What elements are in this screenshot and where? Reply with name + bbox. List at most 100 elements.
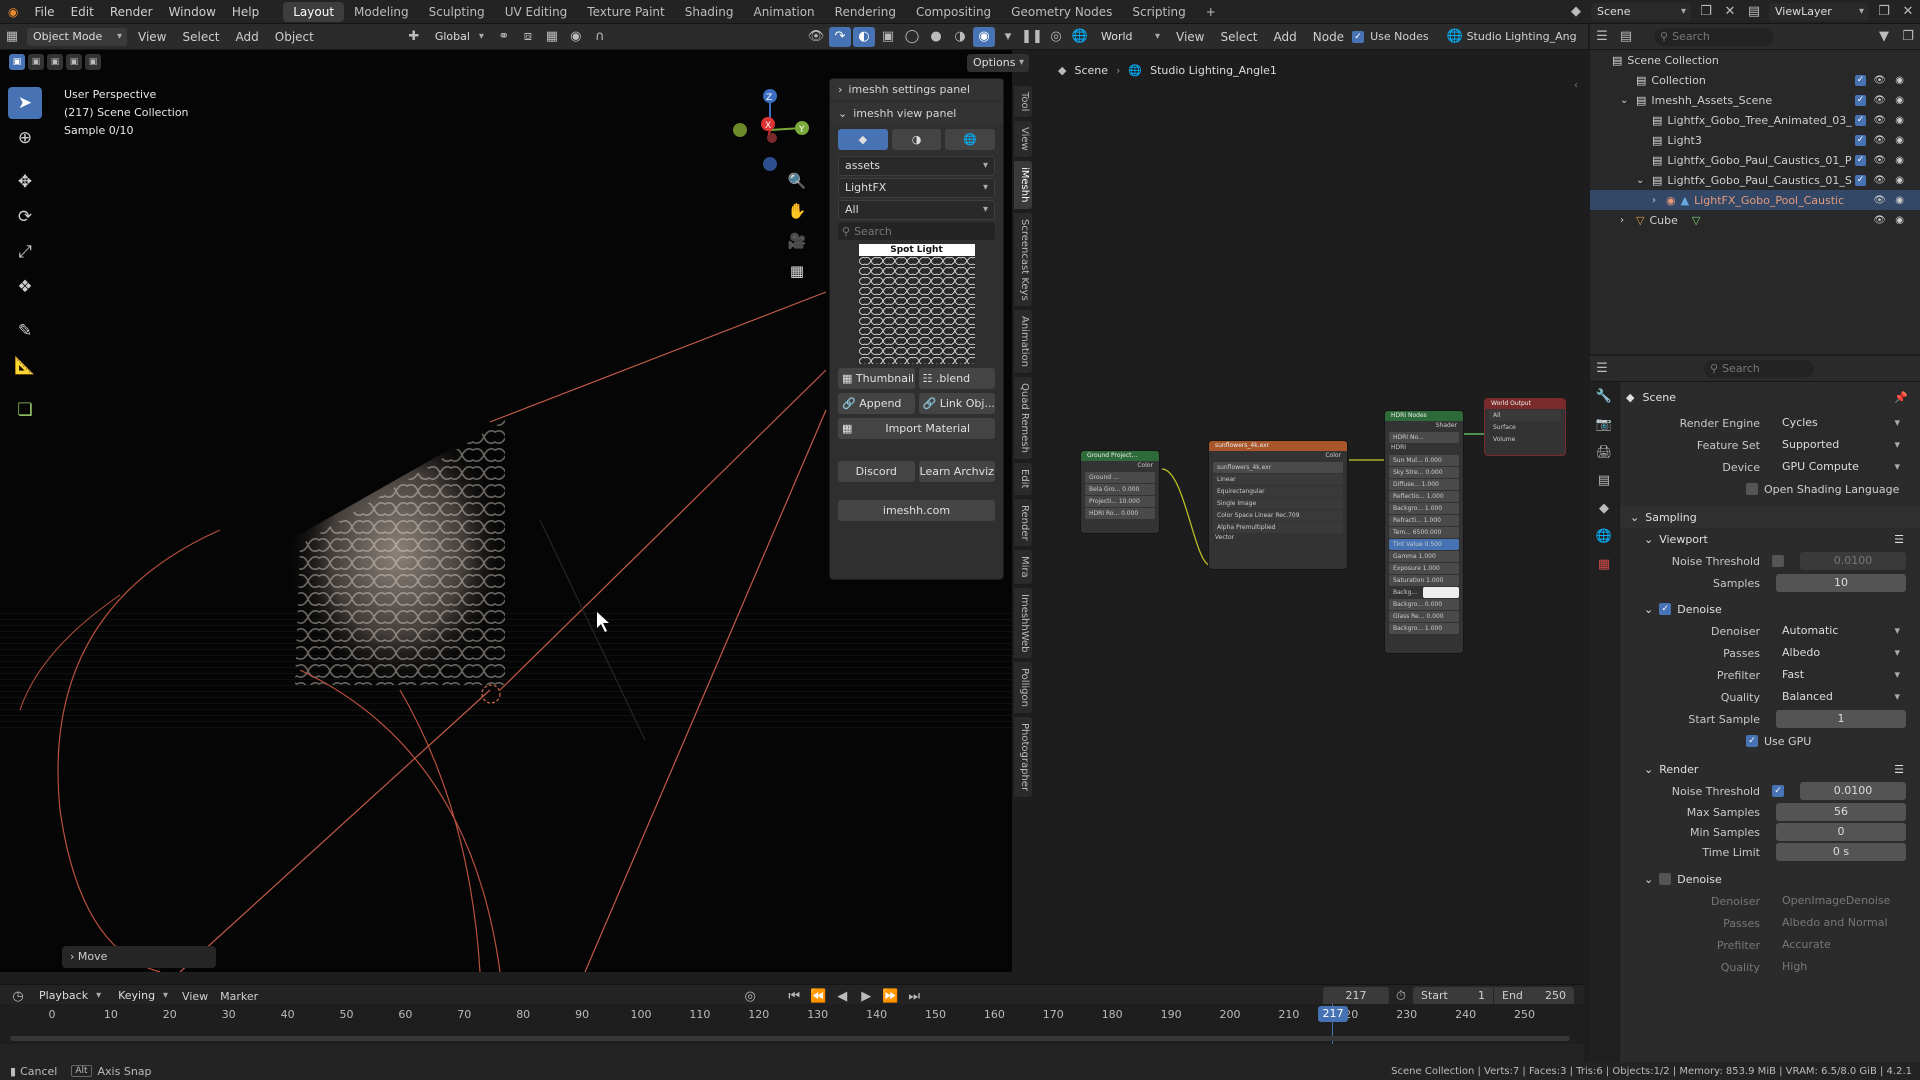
viewport-menu-add[interactable]: Add [228,30,267,44]
outliner-root-row[interactable]: ▤ Scene Collection [1590,50,1920,70]
stopwatch-icon[interactable]: ⏱ [1390,986,1412,1006]
vp-denoise-subsection[interactable]: ⌄ ✓ Denoise [1620,598,1920,620]
display-mode-icon[interactable]: ▤ [1615,27,1637,47]
add-cube-tool-icon[interactable]: ❏ [8,394,42,426]
osl-checkbox-row[interactable]: Open Shading Language [1620,478,1920,500]
vp-samples-field[interactable]: 10 [1776,574,1906,592]
current-frame-field[interactable]: 217 [1323,987,1389,1005]
snap-grid-icon[interactable]: ▦ [541,27,563,47]
timeline-ruler[interactable]: 0 10 20 30 40 50 60 70 80 90 100 110 120 130 140 150 160… [0,1004,1584,1044]
orientation-dropdown[interactable]: Global [428,27,489,46]
pause-render-icon[interactable]: ❚❚ [1021,27,1043,47]
rotate-tool-icon[interactable]: ⟳ [8,201,42,233]
vp-noise-threshold-field[interactable]: 0.0100 [1800,552,1906,570]
workspace-tab-shading[interactable]: Shading [675,2,744,22]
add-workspace-icon[interactable]: + [1196,2,1226,22]
feature-set-dropdown[interactable]: Supported [1776,436,1906,454]
eye-icon[interactable]: 👁 [1873,155,1886,166]
filter-icon[interactable]: ▼ [1873,27,1895,47]
render-denoise-subsection[interactable]: ⌄ Denoise [1620,868,1920,890]
camera-icon[interactable]: ◉ [1895,175,1904,186]
timeline-editor-type-icon[interactable]: ◷ [7,986,29,1006]
properties-search-input[interactable]: ⚲ Search [1704,359,1814,378]
transform-tool-icon[interactable]: ❖ [8,271,42,303]
rendered-shading-icon[interactable]: ◉ [973,26,995,47]
render-tab-icon[interactable]: 📷 [1593,414,1615,434]
view-layer-tab-icon[interactable]: ▤ [1593,470,1615,490]
outliner-row[interactable]: ▤ Collection ✓ 👁 ◉ [1590,70,1920,90]
category-dropdown[interactable]: assets [838,156,995,176]
gizmo-icon[interactable]: ↷ [829,26,851,47]
denoiser-dropdown[interactable]: Automatic [1776,622,1906,640]
eye-icon[interactable]: 👁 [1873,95,1886,106]
navigation-gizmo[interactable]: Z Y X [726,84,816,174]
thumbnail-button[interactable]: ▦ Thumbnail [838,368,915,389]
workspace-tab-geometry-nodes[interactable]: Geometry Nodes [1001,2,1122,22]
world-tab-icon[interactable]: 🌐 [1593,526,1615,546]
overlay-icon[interactable]: ◐ [853,26,875,47]
solid-shading-icon[interactable]: ● [925,27,947,47]
menu-file[interactable]: File [26,0,62,24]
jump-keyframe-forward-icon[interactable]: ⏩ [879,986,901,1006]
node-menu-select[interactable]: Select [1212,30,1265,44]
render-noise-threshold-field[interactable]: 0.0100 [1800,782,1906,800]
workspace-tab-rendering[interactable]: Rendering [825,2,906,22]
blender-logo-icon[interactable]: ◉ [0,0,26,24]
eye-icon[interactable]: 👁 [1873,135,1886,146]
chevron-right-icon[interactable]: › [1620,215,1636,226]
outliner-row-selected[interactable]: › ◉ ▲ LightFX_Gobo_Pool_Caustic 👁 ◉ [1590,190,1920,210]
scale-tool-icon[interactable]: ⤢ [8,236,42,268]
select-subtract-icon[interactable]: ▣ [47,54,63,70]
annotate-tool-icon[interactable]: ✎ [8,315,42,347]
exclude-checkbox[interactable]: ✓ [1855,114,1866,126]
use-gpu-checkbox[interactable]: ✓ [1746,735,1758,747]
outliner-row[interactable]: ▤ Lightfx_Gobo_Tree_Animated_03_Pla ✓ 👁 ◉ [1590,110,1920,130]
start-sample-field[interactable]: 1 [1776,710,1906,728]
scene-selector[interactable]: Scene [1591,2,1691,21]
falloff-icon[interactable]: ∩ [589,27,611,47]
vp-noise-checkbox[interactable] [1772,555,1784,567]
asset-thumbnail[interactable]: Spot Light [858,244,975,364]
new-collection-icon[interactable]: ❐ [1897,27,1919,47]
camera-icon[interactable]: ◉ [1895,75,1904,86]
exclude-checkbox[interactable]: ✓ [1855,94,1866,106]
eye-icon[interactable]: 👁 [1873,115,1886,126]
hdri-nodes-group[interactable]: HDRI Nodes Shader HDRI No... HDRI Sun Mu… [1384,410,1464,654]
playhead-frame-label[interactable]: 217 [1318,1006,1348,1022]
delete-scene-icon[interactable]: ✕ [1719,2,1741,22]
append-button[interactable]: 🔗 Append ... [838,393,915,431]
jump-keyframe-back-icon[interactable]: ⏪ [807,986,829,1006]
play-icon[interactable]: ▶ [855,986,877,1006]
camera-icon[interactable]: ◉ [1895,155,1904,166]
proportional-edit-icon[interactable]: ◉ [565,27,587,47]
filter-dropdown[interactable]: All [838,200,995,220]
vp-denoise-checkbox[interactable]: ✓ [1659,603,1672,615]
sidebar-tab-view[interactable]: View [1014,121,1032,158]
select-box-tool-icon[interactable]: ➤ [8,87,42,119]
node-editor-type-icon[interactable]: ◎ [1045,27,1067,47]
shading-options-icon[interactable]: ▾ [997,27,1019,47]
jump-start-icon[interactable]: ⏮ [783,986,805,1006]
pivot-icon[interactable]: ⚭ [493,27,515,47]
node-menu-node[interactable]: Node [1305,30,1352,44]
workspace-tab-compositing[interactable]: Compositing [906,2,1001,22]
imeshh-settings-header[interactable]: › imeshh settings panel [830,79,1003,99]
sidebar-tab-mira[interactable]: Mira [1014,550,1032,584]
material-shading-icon[interactable]: ◑ [949,27,971,47]
properties-editor-type-icon[interactable]: ☰ [1591,359,1613,379]
pan-hand-icon[interactable]: ✋ [786,202,808,220]
eye-icon[interactable]: 👁 [1873,75,1886,86]
outliner-search-input[interactable]: ⚲ Search [1654,27,1774,46]
sidebar-tab-imeshh[interactable]: iMeshh [1014,161,1032,209]
select-new-icon[interactable]: ▣ [9,54,25,70]
node-menu-add[interactable]: Add [1266,30,1305,44]
ortho-grid-icon[interactable]: ▦ [786,262,808,280]
last-operator-panel[interactable]: › Move [62,946,216,968]
sampling-section-header[interactable]: ⌄ Sampling [1620,506,1920,528]
render-prefilter-dropdown[interactable]: Accurate [1776,936,1906,954]
imeshh-view-header[interactable]: ⌄ imeshh view panel [830,103,1003,123]
exclude-checkbox[interactable]: ✓ [1855,134,1866,146]
render-denoise-checkbox[interactable] [1659,873,1672,885]
background-color-swatch[interactable] [1423,587,1459,598]
sidebar-tab-imeshhweb[interactable]: ImeshhWeb [1014,587,1032,659]
